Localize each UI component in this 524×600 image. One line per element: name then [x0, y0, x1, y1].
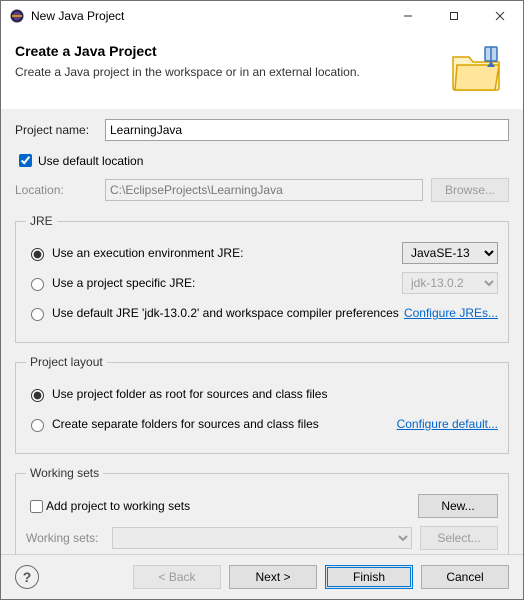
wizard-header: Create a Java Project Create a Java proj…: [1, 31, 523, 109]
project-name-label: Project name:: [15, 123, 105, 137]
configure-jres-link[interactable]: Configure JREs...: [404, 306, 498, 320]
maximize-button[interactable]: [431, 1, 477, 31]
workingsets-group: Working sets Add project to working sets…: [15, 466, 509, 554]
browse-button: Browse...: [431, 178, 509, 202]
titlebar[interactable]: New Java Project: [1, 1, 523, 31]
finish-button[interactable]: Finish: [325, 565, 413, 589]
dialog-window: New Java Project Create a Java Project C…: [0, 0, 524, 600]
back-button: < Back: [133, 565, 221, 589]
jre-group: JRE Use an execution environment JRE: Ja…: [15, 214, 509, 343]
jre-legend: JRE: [26, 214, 57, 228]
jre-project-radio[interactable]: [31, 278, 44, 291]
jre-env-label: Use an execution environment JRE:: [52, 246, 402, 260]
add-workingsets-checkbox[interactable]: [30, 500, 43, 513]
layout-root-radio[interactable]: [31, 389, 44, 402]
jre-default-label: Use default JRE 'jdk-13.0.2' and workspa…: [52, 306, 404, 320]
project-name-input[interactable]: [105, 119, 509, 141]
wizard-body: Project name: Use default location Locat…: [1, 109, 523, 554]
jre-env-radio[interactable]: [31, 248, 44, 261]
use-default-location-checkbox[interactable]: Use default location: [15, 151, 509, 170]
layout-separate-label: Create separate folders for sources and …: [52, 417, 397, 431]
workingsets-label: Working sets:: [26, 531, 112, 545]
close-button[interactable]: [477, 1, 523, 31]
wizard-footer: ? < Back Next > Finish Cancel: [1, 554, 523, 599]
layout-separate-radio[interactable]: [31, 419, 44, 432]
help-button[interactable]: ?: [15, 565, 39, 589]
jre-env-select[interactable]: JavaSE-13: [402, 242, 498, 264]
jre-project-select: jdk-13.0.2: [402, 272, 498, 294]
jre-default-radio[interactable]: [31, 308, 44, 321]
eclipse-icon: [9, 8, 25, 24]
cancel-button[interactable]: Cancel: [421, 565, 509, 589]
layout-root-label: Use project folder as root for sources a…: [52, 387, 498, 401]
minimize-button[interactable]: [385, 1, 431, 31]
layout-legend: Project layout: [26, 355, 107, 369]
workingsets-new-button[interactable]: New...: [418, 494, 498, 518]
workingsets-select-button: Select...: [420, 526, 498, 550]
page-subtitle: Create a Java project in the workspace o…: [15, 65, 445, 79]
workingsets-select: [112, 527, 412, 549]
location-input: [105, 179, 423, 201]
use-default-location-label: Use default location: [38, 154, 143, 168]
window-title: New Java Project: [31, 9, 124, 23]
folder-java-icon: [445, 43, 509, 95]
use-default-location-input[interactable]: [19, 154, 32, 167]
workingsets-legend: Working sets: [26, 466, 103, 480]
configure-default-link[interactable]: Configure default...: [397, 417, 498, 431]
page-title: Create a Java Project: [15, 43, 445, 59]
add-workingsets-label: Add project to working sets: [46, 499, 418, 513]
next-button[interactable]: Next >: [229, 565, 317, 589]
layout-group: Project layout Use project folder as roo…: [15, 355, 509, 454]
location-label: Location:: [15, 183, 105, 197]
jre-project-label: Use a project specific JRE:: [52, 276, 402, 290]
